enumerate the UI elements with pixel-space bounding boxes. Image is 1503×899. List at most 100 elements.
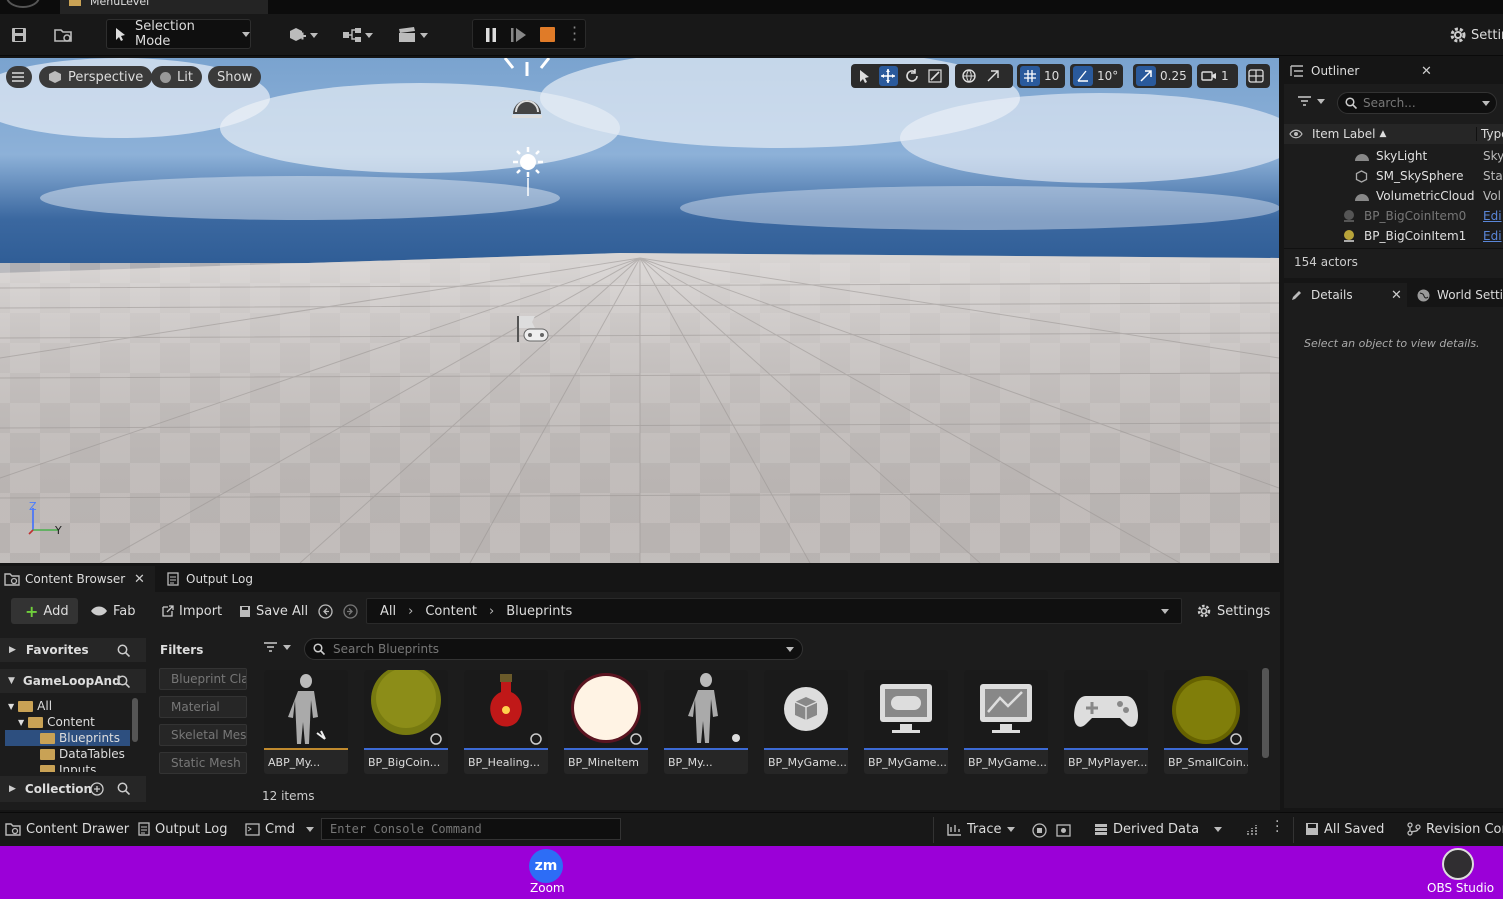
outliner-row[interactable]: BP_BigCoinItem0 Edi — [1284, 206, 1503, 226]
chevron-down-icon[interactable] — [1161, 609, 1169, 614]
scale-snap-toggle[interactable]: 0.25 — [1133, 64, 1192, 88]
move-tool-icon[interactable] — [878, 66, 898, 86]
eye-icon[interactable] — [1289, 129, 1303, 139]
project-header[interactable]: ▼ GameLoopAnd — [0, 669, 146, 693]
save-icon[interactable] — [10, 24, 28, 46]
outliner-row[interactable]: VolumetricCloud Vol — [1284, 186, 1503, 206]
obs-app-icon[interactable] — [1442, 848, 1474, 880]
asset-tile[interactable]: BP_MyGame... — [864, 670, 948, 774]
more-options-icon[interactable]: · · · — [1275, 815, 1279, 839]
outliner-item-type-link[interactable]: Edi — [1483, 229, 1502, 243]
outliner-search-input[interactable]: Search... — [1337, 92, 1497, 114]
camera-speed-button[interactable]: 1 — [1197, 64, 1238, 88]
all-saved-button[interactable]: All Saved — [1305, 816, 1384, 842]
outliner-row[interactable]: SM_SkySphere Stat — [1284, 166, 1503, 186]
step-forward-icon[interactable] — [510, 27, 528, 43]
world-globe-icon[interactable] — [959, 66, 979, 86]
asset-search-input[interactable]: Search Blueprints — [304, 638, 803, 660]
search-icon[interactable] — [117, 782, 130, 795]
tree-item-all[interactable]: ▼ All — [8, 698, 52, 714]
output-log-tab[interactable]: Output Log — [155, 572, 253, 586]
filter-static-mesh[interactable]: Static Mesh — [159, 752, 247, 774]
rotation-snap-toggle[interactable]: 10° — [1070, 64, 1123, 88]
outliner-item-type-link[interactable]: Edi — [1483, 209, 1502, 223]
column-type[interactable]: Type — [1476, 127, 1503, 141]
breadcrumb-content[interactable]: Content — [425, 604, 477, 619]
rotate-tool-icon[interactable] — [902, 66, 922, 86]
filter-skeletal-mesh[interactable]: Skeletal Mes — [159, 724, 247, 746]
back-arrow-icon[interactable] — [318, 604, 333, 619]
console-input[interactable]: Enter Console Command — [321, 818, 621, 840]
layout-button[interactable] — [1246, 64, 1270, 88]
tree-item-datatables[interactable]: DataTables — [40, 746, 125, 762]
blueprints-button[interactable] — [342, 24, 373, 46]
source-control-icon[interactable] — [1246, 823, 1260, 837]
outliner-row[interactable]: SkyLight Sky — [1284, 146, 1503, 166]
details-tab[interactable]: Details ✕ — [1284, 283, 1408, 307]
add-button[interactable]: + Add — [11, 598, 78, 624]
select-tool-icon[interactable] — [855, 66, 875, 86]
asset-tile[interactable]: BP_MyPlayer... — [1064, 670, 1148, 774]
add-circle-icon[interactable] — [90, 782, 104, 796]
level-viewport[interactable]: Z Y Perspective Lit Show 10 10° 0.25 1 — [0, 58, 1279, 563]
output-log-button[interactable]: Output Log — [138, 816, 228, 842]
settings-button[interactable]: Settings — [1448, 24, 1503, 46]
asset-tile[interactable]: BP_Healing... — [464, 670, 548, 774]
cinematics-button[interactable] — [397, 24, 428, 46]
asset-tile[interactable]: BP_SmallCoin... — [1164, 670, 1248, 774]
more-options-icon[interactable]: · · · — [572, 20, 577, 48]
asset-tile[interactable]: BP_MineItem — [564, 670, 648, 774]
asset-filter-button[interactable] — [264, 642, 291, 653]
add-actor-button[interactable] — [287, 24, 318, 46]
breadcrumb-blueprints[interactable]: Blueprints — [506, 604, 572, 619]
breadcrumb-all[interactable]: All — [380, 604, 396, 619]
screenshot-icon[interactable] — [1056, 823, 1071, 837]
asset-tile[interactable]: BP_MyGame... — [964, 670, 1048, 774]
pause-icon[interactable] — [483, 27, 499, 43]
fab-button[interactable]: Fab — [90, 598, 136, 624]
collection-header[interactable]: ▶ Collection — [0, 776, 146, 802]
column-item-label[interactable]: Item Label — [1312, 127, 1376, 141]
zoom-app-icon[interactable]: zm — [529, 849, 563, 883]
trace-dropdown[interactable]: Trace — [947, 816, 1015, 842]
show-button[interactable]: Show — [208, 66, 262, 88]
asset-tile[interactable]: BP_My... — [664, 670, 748, 774]
content-drawer-button[interactable]: Content Drawer — [5, 816, 129, 842]
lit-mode-button[interactable]: Lit — [151, 66, 202, 88]
close-icon[interactable]: ✕ — [1421, 64, 1432, 79]
world-settings-tab[interactable]: World Setti — [1407, 283, 1503, 307]
tree-item-blueprints[interactable]: Blueprints — [5, 730, 130, 746]
cb-settings-button[interactable]: Settings — [1196, 598, 1270, 624]
asset-tile[interactable]: ABP_My... — [264, 670, 348, 774]
selection-mode-dropdown[interactable]: Selection Mode — [106, 19, 251, 49]
outliner-row[interactable]: BP_BigCoinItem1 Edi — [1284, 226, 1503, 246]
tree-scrollbar[interactable] — [132, 698, 138, 742]
filter-blueprint-class[interactable]: Blueprint Cla — [159, 668, 247, 690]
asset-scrollbar[interactable] — [1262, 668, 1269, 758]
asset-tile[interactable]: BP_MyGame... — [764, 670, 848, 774]
search-icon[interactable] — [117, 675, 130, 688]
perspective-button[interactable]: Perspective — [39, 66, 153, 88]
level-tab[interactable]: MenuLevel — [60, 0, 268, 14]
filter-material[interactable]: Material — [159, 696, 247, 718]
viewport-menu-button[interactable] — [6, 66, 32, 88]
record-icon[interactable] — [1032, 823, 1047, 838]
search-icon[interactable] — [117, 644, 130, 657]
save-all-button[interactable]: Save All — [238, 598, 308, 624]
close-icon[interactable]: ✕ — [1391, 288, 1402, 303]
scale-tool-icon[interactable] — [926, 66, 946, 86]
tree-item-inputs[interactable]: Inputs — [40, 762, 96, 772]
filter-button[interactable] — [1298, 96, 1325, 107]
asset-tile[interactable]: BP_BigCoin... — [364, 670, 448, 774]
import-button[interactable]: Import — [161, 598, 222, 624]
cmd-dropdown[interactable]: Cmd — [245, 816, 314, 842]
surface-snap-icon[interactable] — [983, 66, 1003, 86]
browse-folder-icon[interactable] — [53, 24, 75, 46]
revision-control-button[interactable]: Revision Con — [1407, 816, 1503, 842]
derived-data-dropdown[interactable]: Derived Data — [1094, 816, 1223, 842]
tree-item-content[interactable]: ▼ Content — [18, 714, 95, 730]
content-browser-tab[interactable]: Content Browser ✕ — [0, 566, 155, 592]
close-icon[interactable]: ✕ — [134, 572, 145, 587]
favorites-header[interactable]: ▶ Favorites — [0, 638, 146, 662]
grid-snap-toggle[interactable]: 10 — [1017, 64, 1065, 88]
